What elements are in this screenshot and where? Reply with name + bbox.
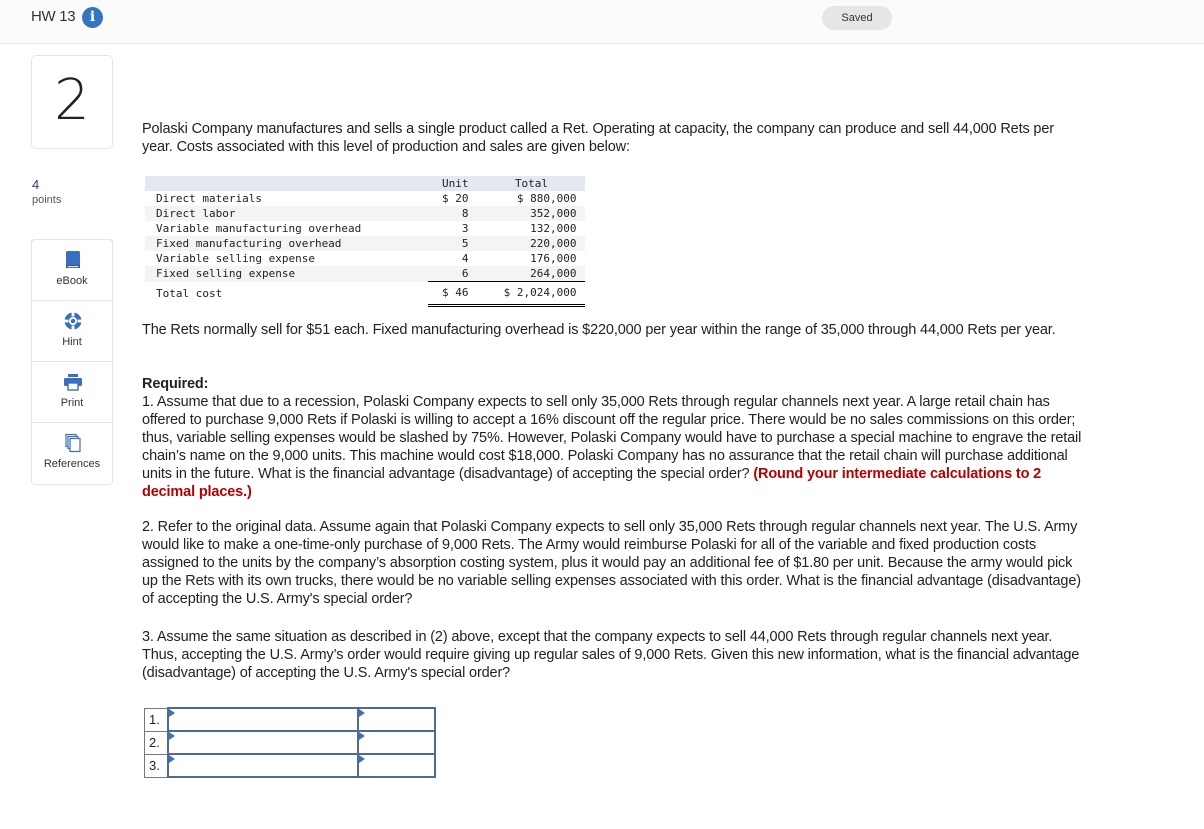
answer-row: 1. xyxy=(144,707,436,732)
answer-2-amount-input[interactable] xyxy=(358,732,434,753)
saved-status-badge: Saved xyxy=(822,6,892,30)
total-amount: $ 2,024,000 xyxy=(472,281,585,307)
row-total: 132,000 xyxy=(530,222,577,235)
table-row: Fixed manufacturing overhead 5 220,000 xyxy=(145,236,585,251)
intro-paragraph: Polaski Company manufactures and sells a… xyxy=(142,121,1054,155)
header-total: Total xyxy=(514,177,549,190)
header-unit: Unit xyxy=(442,177,469,190)
cost-table-header: Unit Total xyxy=(145,176,585,191)
points-label: points xyxy=(32,194,62,206)
answer-3-amount-input[interactable] xyxy=(358,755,434,776)
table-row: Variable manufacturing overhead 3 132,00… xyxy=(145,221,585,236)
answer-2-label-input[interactable] xyxy=(168,732,357,753)
total-unit: $ 46 xyxy=(428,281,473,307)
question-1-text: 1. Assume that due to a recession, Polas… xyxy=(142,393,1087,501)
row-total: $ 880,000 xyxy=(516,192,577,205)
row-label: Direct labor xyxy=(156,207,236,220)
row-unit: 6 xyxy=(461,267,469,280)
row-unit: 3 xyxy=(461,222,469,235)
answer-row: 3. xyxy=(144,753,436,778)
row-total: 176,000 xyxy=(530,252,577,265)
info-circle-icon[interactable]: i xyxy=(82,7,103,28)
print-button[interactable]: Print xyxy=(32,362,112,423)
row-unit: $ 20 xyxy=(442,192,469,205)
row-label: Variable manufacturing overhead xyxy=(156,222,362,235)
row-unit: 8 xyxy=(461,207,469,220)
row-label: Direct materials xyxy=(156,192,262,205)
answer-1-label-input[interactable] xyxy=(168,709,357,730)
answer-3-label-input[interactable] xyxy=(168,755,357,776)
answer-number: 2. xyxy=(144,730,168,755)
answer-number: 1. xyxy=(144,707,168,732)
points-value: 4 xyxy=(32,177,40,192)
answer-1-select-cell[interactable] xyxy=(166,707,359,732)
answer-1-amount-cell[interactable] xyxy=(356,707,436,732)
row-label: Fixed selling expense xyxy=(156,267,296,281)
answer-table: 1. 2. 3. xyxy=(144,707,436,778)
row-label: Fixed manufacturing overhead xyxy=(156,237,342,250)
print-label: Print xyxy=(60,397,84,409)
question-3-text: 3. Assume the same situation as describe… xyxy=(142,629,1080,681)
table-row: Variable selling expense 4 176,000 xyxy=(145,251,585,266)
hint-label: Hint xyxy=(62,336,82,348)
answer-3-amount-cell[interactable] xyxy=(356,753,436,778)
ebook-label: eBook xyxy=(56,275,88,287)
row-total: 264,000 xyxy=(530,267,577,280)
top-bar: HW 13 i Saved xyxy=(0,0,1204,44)
hint-button[interactable]: Hint xyxy=(32,301,112,362)
answer-1-amount-input[interactable] xyxy=(358,709,434,730)
flag-icon xyxy=(358,709,365,717)
answer-3-select-cell[interactable] xyxy=(166,753,359,778)
table-row: Fixed selling expense 6 264,000 xyxy=(145,266,585,282)
required-section: Required: 1. Assume that due to a recess… xyxy=(142,375,1087,501)
printer-icon xyxy=(64,374,82,391)
row-unit: 5 xyxy=(461,237,469,250)
table-row: Direct materials $ 20 $ 880,000 xyxy=(145,191,585,206)
references-label: References xyxy=(43,458,101,470)
question-2-text: 2. Refer to the original data. Assume ag… xyxy=(142,519,1081,607)
flag-icon xyxy=(168,732,175,740)
total-label: Total cost xyxy=(145,281,428,306)
required-heading: Required: xyxy=(142,376,209,392)
row-unit: 4 xyxy=(461,252,469,265)
price-paragraph: The Rets normally sell for $51 each. Fix… xyxy=(142,322,1056,338)
flag-icon xyxy=(168,709,175,717)
total-row: Total cost $ 46 $ 2,024,000 xyxy=(145,281,585,307)
tools-panel: eBook Hint Print References xyxy=(31,239,113,485)
flag-icon xyxy=(358,732,365,740)
answer-number: 3. xyxy=(144,753,168,778)
lifebuoy-icon xyxy=(64,312,82,330)
question-number: 2 xyxy=(54,68,90,133)
references-button[interactable]: References xyxy=(32,423,112,484)
cost-table: Unit Total Direct materials $ 20 $ 880,0… xyxy=(145,176,585,307)
question-number-box: 2 xyxy=(31,55,113,149)
book-icon xyxy=(66,251,80,268)
row-total: 352,000 xyxy=(530,207,577,220)
documents-icon xyxy=(65,433,81,453)
header-label xyxy=(145,176,428,191)
answer-2-select-cell[interactable] xyxy=(166,730,359,755)
table-row: Direct labor 8 352,000 xyxy=(145,206,585,221)
answer-row: 2. xyxy=(144,730,436,755)
ebook-button[interactable]: eBook xyxy=(32,240,112,301)
answer-2-amount-cell[interactable] xyxy=(356,730,436,755)
assignment-title: HW 13 xyxy=(31,8,76,25)
row-label: Variable selling expense xyxy=(156,252,315,265)
row-total: 220,000 xyxy=(530,237,577,250)
flag-icon xyxy=(358,755,365,763)
flag-icon xyxy=(168,755,175,763)
